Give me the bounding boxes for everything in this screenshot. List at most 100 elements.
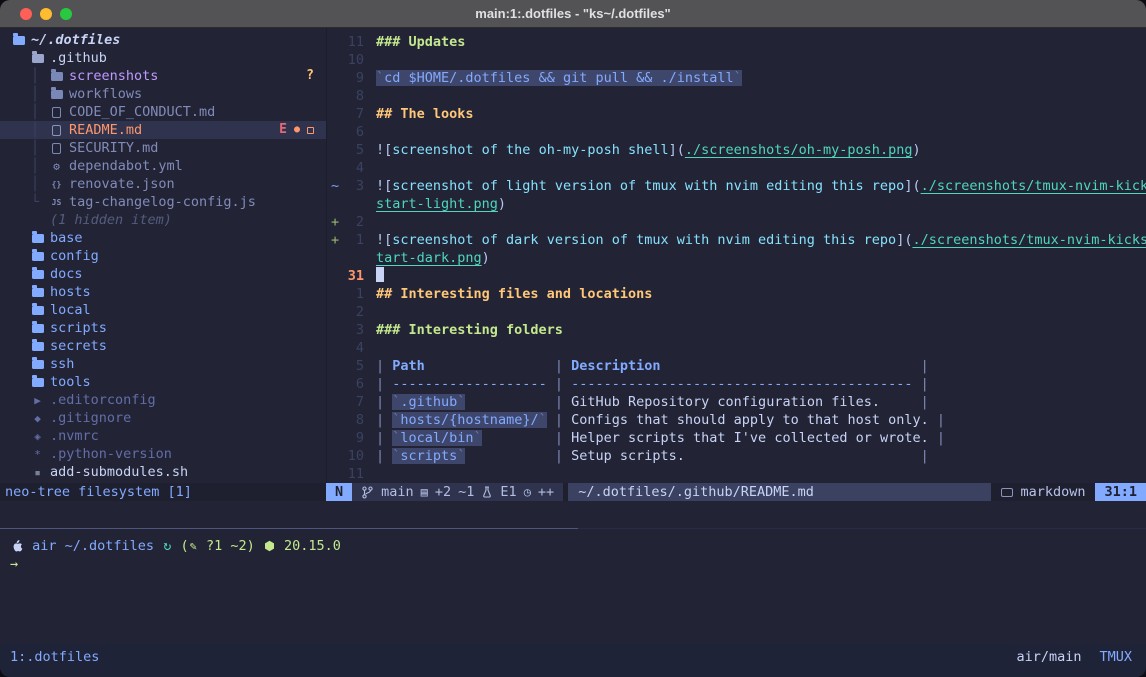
line-number: 5 xyxy=(340,141,364,159)
tmux-window-tab[interactable]: 1:.dotfiles xyxy=(10,648,99,666)
line-text: ### Updates xyxy=(376,33,465,51)
tree-item-ssh[interactable]: ssh xyxy=(0,355,326,373)
tree-item-label: docs xyxy=(50,265,83,283)
editor-buffer[interactable]: 11 ### Updates109`cd $HOME/.dotfiles && g… xyxy=(327,28,1146,483)
square-icon: ▪ xyxy=(31,467,44,478)
filetype-segment: markdown xyxy=(991,483,1095,501)
tree-guide: │ xyxy=(31,103,50,121)
editor-line[interactable]: 5| Path | Description | xyxy=(327,357,1146,375)
tree-item-add-submodules-sh[interactable]: ▪add-submodules.sh xyxy=(0,463,326,481)
line-number: 7 xyxy=(340,105,364,123)
line-text: ![screenshot of dark version of tmux wit… xyxy=(376,231,1146,249)
line-number: 4 xyxy=(340,159,364,177)
editor-line[interactable]: 9`cd $HOME/.dotfiles && git pull && ./in… xyxy=(327,69,1146,87)
line-number: 9 xyxy=(340,69,364,87)
pane-border-line-dim xyxy=(578,528,1146,529)
editor-line[interactable]: tart-dark.png) xyxy=(327,249,1146,267)
editor-line[interactable]: 1## Interesting files and locations xyxy=(327,285,1146,303)
tree-item-workflows[interactable]: │workflows xyxy=(0,85,326,103)
editor-line[interactable]: 31 xyxy=(327,267,1146,285)
editor-line[interactable]: 7 ## The looks xyxy=(327,105,1146,123)
tree-item-label: CODE_OF_CONDUCT.md xyxy=(69,103,215,121)
tree-item-label: .github xyxy=(50,49,107,67)
editor-line[interactable]: 2 xyxy=(327,303,1146,321)
editor-line[interactable]: 6 | ------------------- | ---------------… xyxy=(327,375,1146,393)
tree-item-secrets[interactable]: secrets xyxy=(0,337,326,355)
terminal-window: main:1:.dotfiles - "ks~/.dotfiles" ~/.do… xyxy=(0,0,1146,677)
tree-item-screenshots[interactable]: │screenshots? xyxy=(0,67,326,85)
line-number: 2 xyxy=(340,303,364,321)
git-branch-icon xyxy=(362,486,373,499)
tree-item-readme-md[interactable]: │README.mdE● xyxy=(0,121,326,139)
tree-item-config[interactable]: config xyxy=(0,247,326,265)
tree-item-base[interactable]: base xyxy=(0,229,326,247)
tree-item-docs[interactable]: docs xyxy=(0,265,326,283)
line-number xyxy=(340,249,364,267)
tree-item-github[interactable]: .github xyxy=(0,49,326,67)
tree-item-editorconfig[interactable]: ▶.editorconfig xyxy=(0,391,326,409)
editor-line[interactable]: 8| `hosts/{hostname}/` | Configs that sh… xyxy=(327,411,1146,429)
editor-line[interactable]: 10| `scripts` | Setup scripts. | xyxy=(327,447,1146,465)
tree-item-tag-changelog-config-js[interactable]: └JStag-changelog-config.js xyxy=(0,193,326,211)
tree-item-label: screenshots xyxy=(69,67,158,85)
line-text: start-light.png) xyxy=(376,195,506,213)
gutter-sign xyxy=(327,159,340,177)
tree-item-local[interactable]: local xyxy=(0,301,326,319)
editor-line[interactable]: 9| `local/bin` | Helper scripts that I'v… xyxy=(327,429,1146,447)
tree-item-label: .gitignore xyxy=(50,409,131,427)
editor-line[interactable]: 3### Interesting folders xyxy=(327,321,1146,339)
tree-item-code-of-conduct-md[interactable]: │ CODE_OF_CONDUCT.md xyxy=(0,103,326,121)
prompt-arrow: → xyxy=(10,555,18,573)
editor-line[interactable]: 5![screenshot of the oh-my-posh shell](.… xyxy=(327,141,1146,159)
shell-empty-area[interactable] xyxy=(0,573,1146,643)
editor-line[interactable]: +2 xyxy=(327,213,1146,231)
line-text: | ------------------- | ----------------… xyxy=(376,375,929,393)
tree-item-python-version[interactable]: *.python-version xyxy=(0,445,326,463)
editor-line[interactable]: 6 xyxy=(327,123,1146,141)
tree-item-dotfiles[interactable]: ~/.dotfiles xyxy=(0,31,326,49)
shell-prompt-arrow[interactable]: → xyxy=(0,555,1146,573)
tree-item-label: base xyxy=(50,229,83,247)
gear-icon: ⚙ xyxy=(50,161,63,172)
line-text: ## The looks xyxy=(376,105,474,123)
tree-item-1-hidden-item[interactable]: (1 hidden item) xyxy=(0,211,326,229)
line-number: 8 xyxy=(340,411,364,429)
editor-line[interactable]: 7| `.github` | GitHub Repository configu… xyxy=(327,393,1146,411)
tree-guide: │ xyxy=(31,139,50,157)
pencil-icon: ✎ xyxy=(190,537,197,555)
line-number: 11 xyxy=(340,33,364,51)
tmux-pane-border[interactable] xyxy=(0,519,1146,537)
folder-icon xyxy=(31,233,44,243)
editor-line[interactable]: ~3![screenshot of light version of tmux … xyxy=(327,177,1146,195)
editor-line[interactable]: 11 ### Updates xyxy=(327,33,1146,51)
gutter-sign xyxy=(327,141,340,159)
diff-file-icon: ▤ xyxy=(421,483,428,501)
editor-line[interactable]: 4 xyxy=(327,339,1146,357)
editor-line[interactable]: 10 xyxy=(327,51,1146,69)
editor-window[interactable]: 11 ### Updates109`cd $HOME/.dotfiles && g… xyxy=(326,28,1146,483)
tree-item-gitignore[interactable]: ◆.gitignore xyxy=(0,409,326,427)
tree-item-hosts[interactable]: hosts xyxy=(0,283,326,301)
tree-item-label: secrets xyxy=(50,337,107,355)
tree-item-security-md[interactable]: │SECURITY.md xyxy=(0,139,326,157)
editor-line[interactable]: +1![screenshot of dark version of tmux w… xyxy=(327,231,1146,249)
editor-line[interactable]: start-light.png) xyxy=(327,195,1146,213)
folder-icon xyxy=(31,287,44,297)
tree-item-scripts[interactable]: scripts xyxy=(0,319,326,337)
line-text: | `scripts` | Setup scripts. | xyxy=(376,447,929,465)
tree-item-nvmrc[interactable]: ◈.nvmrc xyxy=(0,427,326,445)
line-number: 31 xyxy=(340,267,364,285)
tree-item-renovate-json[interactable]: │{}renovate.json xyxy=(0,175,326,193)
editor-line[interactable]: 4 xyxy=(327,159,1146,177)
tree-item-dependabot-yml[interactable]: │⚙dependabot.yml xyxy=(0,157,326,175)
editor-line[interactable]: 11 xyxy=(327,465,1146,483)
tree-item-label: dependabot.yml xyxy=(69,157,183,175)
line-number: 6 xyxy=(340,375,364,393)
tree-item-tools[interactable]: tools xyxy=(0,373,326,391)
shell-prompt[interactable]: air ~/.dotfiles ↻ (✎ ?1 ~2) 20.15.0 xyxy=(0,537,1146,555)
nvim-statusline: N main▤+2~1E1◷++ ~/.dotfiles/.github/REA… xyxy=(326,483,1146,501)
cursor-block xyxy=(376,267,384,282)
line-text: | Path | Description | xyxy=(376,357,929,375)
editor-line[interactable]: 8 xyxy=(327,87,1146,105)
hex-icon: ◈ xyxy=(31,431,44,442)
